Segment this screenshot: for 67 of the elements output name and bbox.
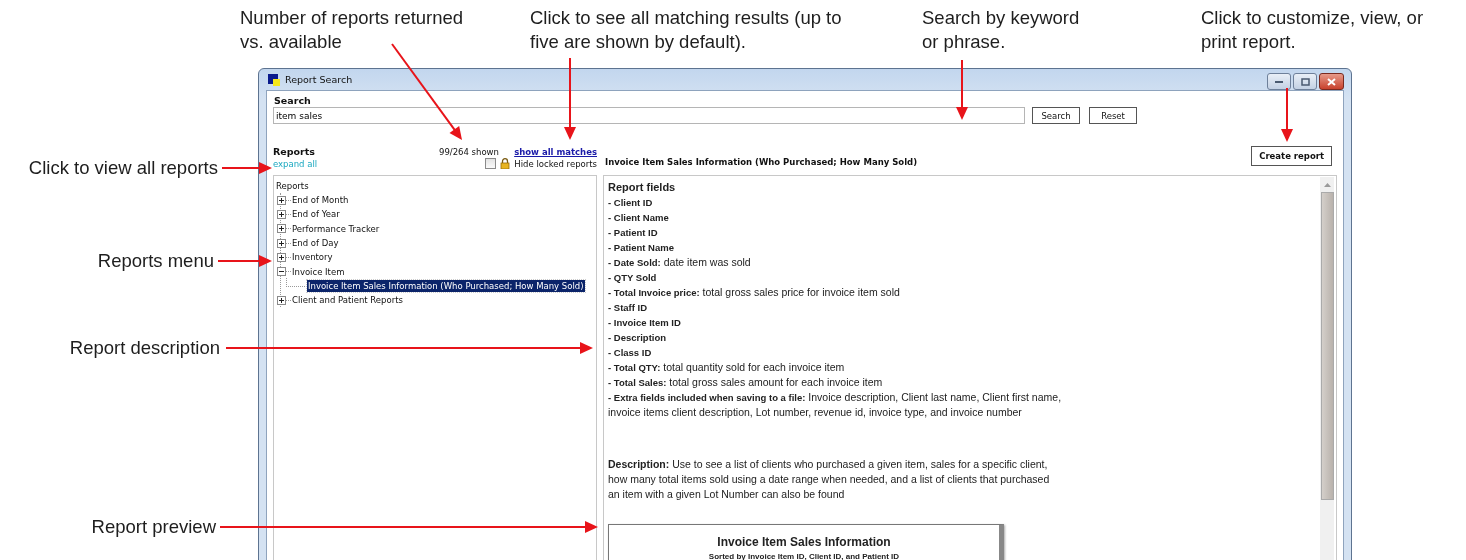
window-title: Report Search (285, 74, 354, 85)
hide-locked-label: Hide locked reports (514, 158, 597, 169)
expand-icon[interactable] (277, 252, 286, 262)
callout-arrow (1281, 87, 1293, 142)
report-field: - Total Invoice price: total gross sales price for invoice item sold (608, 285, 1078, 300)
preview-subtitle: Sorted by Invoice Item ID, Client ID, and Patient ID (707, 552, 901, 560)
report-fields-heading: Report fields (608, 180, 677, 195)
callout-text: Reports menu (97, 249, 214, 273)
tree-item[interactable]: Performance Tracker (291, 222, 381, 235)
expand-icon[interactable] (277, 224, 286, 234)
hide-locked-checkbox[interactable] (485, 158, 497, 169)
callout-text: Number of reports returned vs. available (240, 6, 464, 54)
preview-title: Invoice Item Sales Information (716, 535, 892, 549)
report-field: - Class ID (608, 345, 1078, 360)
report-field: - Client ID (608, 195, 1078, 210)
callout-text: Click to view all reports (28, 156, 218, 180)
maximize-icon (1300, 77, 1310, 86)
tree-item[interactable]: End of Month (291, 194, 350, 207)
search-button[interactable]: Search (1032, 107, 1080, 124)
tree-root[interactable]: Reports (276, 179, 594, 193)
report-field: - Staff ID (608, 300, 1078, 315)
tree-item[interactable]: Invoice Item (291, 265, 346, 278)
reset-button[interactable]: Reset (1089, 107, 1137, 124)
report-field: - Patient Name (608, 240, 1078, 255)
report-field: - QTY Sold (608, 270, 1078, 285)
create-report-button[interactable]: Create report (1251, 146, 1332, 166)
reports-count: 99/264 shown (438, 147, 499, 157)
scrollbar[interactable] (1320, 177, 1334, 560)
callout-text: Click to see all matching results (up to five are shown by default). (530, 6, 842, 54)
tree-item[interactable]: Client and Patient Reports (291, 294, 404, 307)
close-icon (1327, 77, 1336, 86)
report-field: - Date Sold: date item was sold (608, 255, 1078, 270)
callout-arrow (217, 255, 272, 267)
callout-text: Report preview (91, 515, 216, 539)
tree-item[interactable]: End of Day (291, 237, 340, 250)
show-all-matches-link[interactable]: show all matches (514, 147, 597, 157)
expand-icon[interactable] (277, 295, 286, 305)
search-field[interactable]: item sales (273, 107, 1025, 124)
padlock-icon (500, 158, 511, 169)
expand-icon[interactable] (277, 209, 286, 219)
callout-text: Click to customize, view, or print report. (1201, 6, 1424, 54)
report-field: - Extra fields included when saving to a file: Invoice description, Client last name, Client first name, invoice items client description, Lot number, revenue id, invoice type, and invoice number (608, 390, 1078, 420)
maximize-button[interactable] (1293, 73, 1317, 90)
minimize-button[interactable] (1267, 73, 1291, 90)
collapse-icon[interactable] (277, 267, 286, 277)
close-button[interactable] (1319, 73, 1344, 90)
report-field: - Invoice Item ID (608, 315, 1078, 330)
report-field: - Total Sales: total gross sales amount for each invoice item (608, 375, 1078, 390)
tree-item[interactable]: End of Year (291, 208, 341, 221)
report-description: Description: Use to see a list of clients who purchased a given item, sales for a specific client, how many total items sold using a date range when needed, and a list of clients that purchased an item with a given Lot Number can also be found (608, 457, 1051, 502)
search-label: Search (274, 95, 312, 106)
expand-icon[interactable] (277, 195, 286, 205)
scrollbar-thumb[interactable] (1320, 192, 1334, 500)
report-field: - Client Name (608, 210, 1078, 225)
tree-item[interactable]: Inventory (291, 251, 334, 264)
callout-arrow (956, 59, 968, 120)
report-field: - Total QTY: total quantity sold for each invoice item (608, 360, 1078, 375)
callout-text: Search by keyword or phrase. (922, 6, 1080, 54)
callout-arrow (221, 162, 272, 174)
callout-text: Report description (69, 336, 220, 360)
report-title: Invoice Item Sales Information (Who Purchased; How Many Sold) (605, 157, 918, 167)
app-icon (268, 73, 280, 86)
report-field: - Description (608, 330, 1078, 345)
reports-heading: Reports (273, 146, 315, 157)
expand-icon[interactable] (277, 238, 286, 248)
report-field: - Patient ID (608, 225, 1078, 240)
tree-item[interactable]: Invoice Item Sales Information (Who Purchased; How Many Sold) (307, 279, 585, 292)
